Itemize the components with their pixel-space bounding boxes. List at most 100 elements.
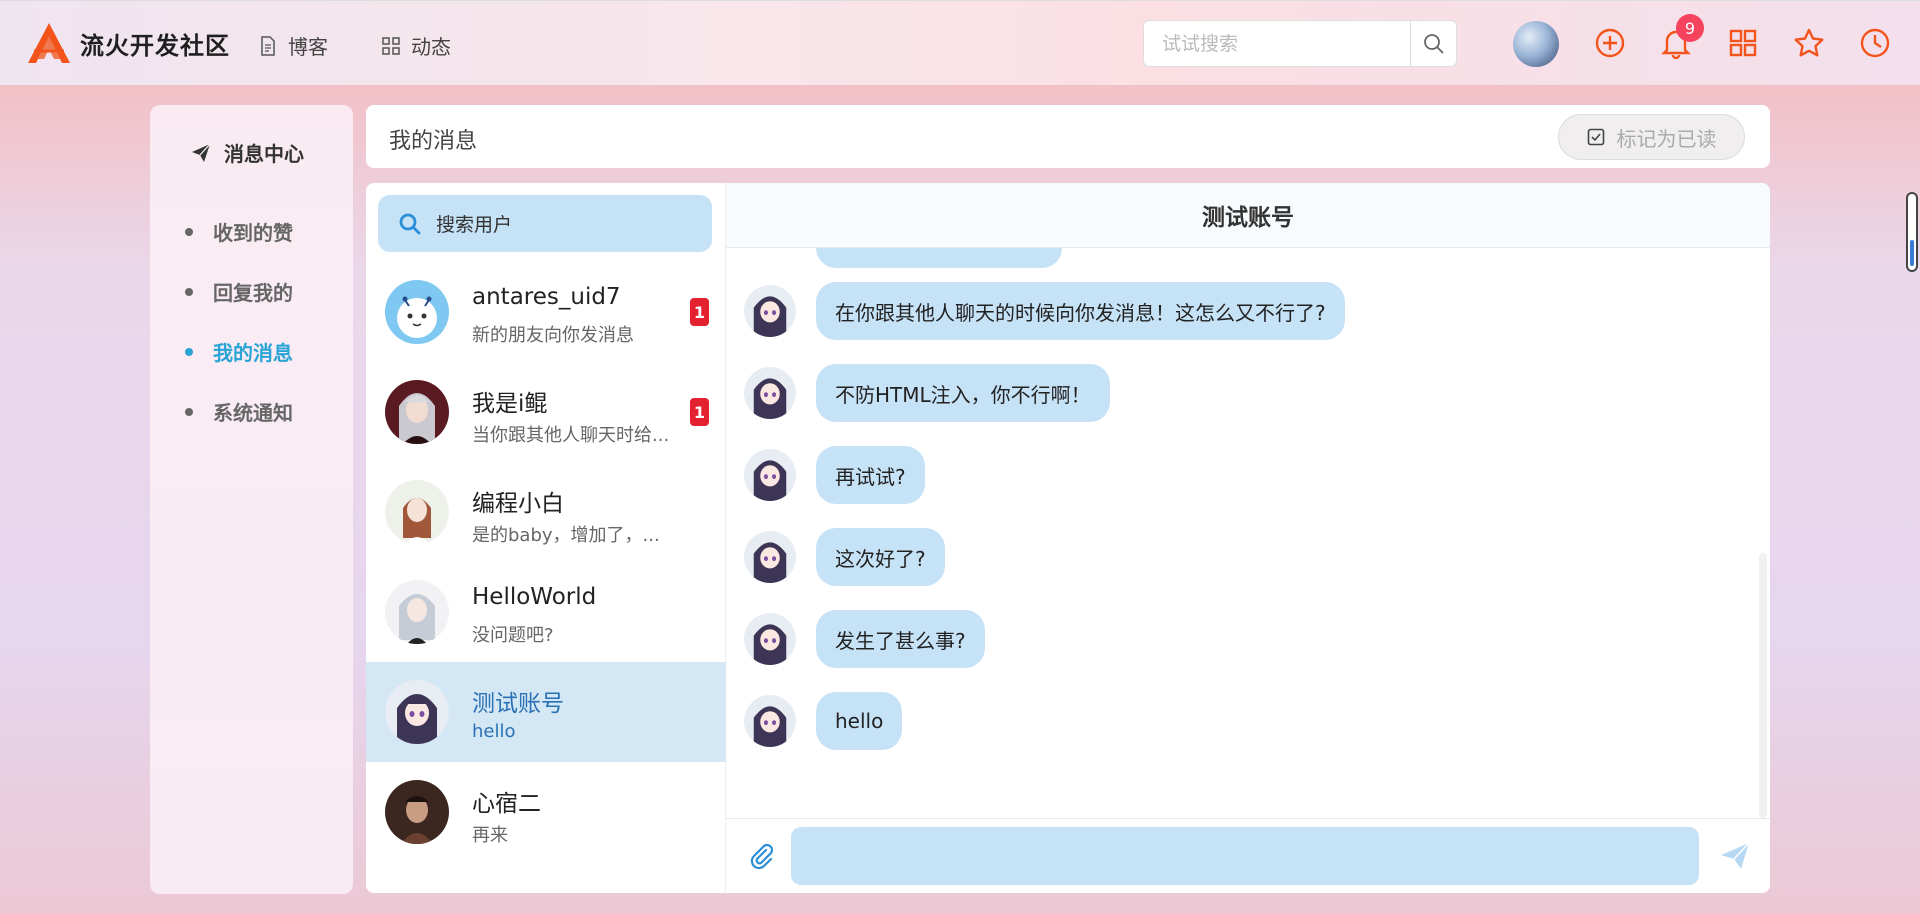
message-item: 发生了甚么事? [744, 610, 985, 668]
contact-name: 编程小白 [472, 491, 564, 517]
sidebar-item-system-notices[interactable]: 系统通知 [185, 397, 293, 426]
send-icon[interactable] [1718, 839, 1752, 873]
contact-search[interactable]: 搜索用户 [378, 195, 712, 252]
bullet-icon [185, 407, 193, 416]
avatar [744, 285, 796, 337]
contact-preview: 当你跟其他人聊天时给... [472, 425, 670, 446]
clock-icon [1860, 28, 1890, 58]
plus-circle-icon [1595, 28, 1625, 58]
mark-as-read-label: 标记为已读 [1616, 126, 1717, 151]
sidebar-item-label: 我的消息 [213, 341, 293, 365]
search-icon [399, 213, 421, 234]
message-item: 不防HTML注入，你不行啊！ [744, 364, 1110, 422]
contact-preview: 新的朋友向你发消息 [472, 325, 634, 346]
flame-logo-icon [28, 23, 70, 63]
page-title: 我的消息 [389, 129, 478, 154]
contact-name: 测试账号 [472, 691, 564, 717]
avatar [385, 780, 449, 844]
avatar [385, 380, 449, 444]
message-bubble: 这次好了? [816, 528, 945, 586]
nav-blog-label: 博客 [288, 35, 328, 59]
message-center-sidebar: 消息中心 收到的赞 回复我的 我的消息 系统通知 [150, 105, 353, 894]
nav-blog[interactable]: 博客 [258, 31, 328, 60]
chat-title: 测试账号 [726, 183, 1770, 248]
avatar [385, 680, 449, 744]
chat-panel: 搜索用户 antares_uid7 新的朋友向你发消息 1 我是i鲲 当你跟其他… [366, 183, 1770, 893]
avatar [744, 449, 796, 501]
message-bubble: 再试试? [816, 446, 925, 504]
message-bubble: 在你跟其他人聊天的时候向你发消息！这怎么又不行了? [816, 282, 1345, 340]
apps-button[interactable] [1725, 25, 1761, 61]
chat-scrollbar[interactable] [1759, 553, 1767, 818]
message-item: 在你跟其他人聊天的时候向你发消息！这怎么又不行了? [744, 282, 1345, 340]
avatar [385, 480, 449, 544]
sidebar-title: 消息中心 [190, 138, 304, 167]
contact-item[interactable]: antares_uid7 新的朋友向你发消息 1 [366, 262, 726, 362]
favorites-button[interactable] [1791, 25, 1827, 61]
user-avatar[interactable] [1513, 21, 1559, 67]
contact-item[interactable]: 心宿二 再来 [366, 762, 726, 862]
contact-preview: 没问题吧? [472, 625, 554, 646]
document-icon [261, 35, 275, 56]
avatar [744, 695, 796, 747]
sidebar-item-replies[interactable]: 回复我的 [185, 277, 293, 306]
avatar [385, 280, 449, 344]
search-input[interactable] [1144, 21, 1410, 66]
star-icon [1794, 28, 1824, 57]
search-icon [1423, 33, 1444, 54]
brand-logo[interactable]: 流火开发社区 [26, 21, 230, 65]
avatar [385, 580, 449, 644]
contact-name: 心宿二 [472, 791, 541, 817]
grid-icon [382, 36, 400, 55]
contact-search-placeholder: 搜索用户 [436, 214, 513, 236]
paperclip-icon[interactable] [746, 841, 776, 871]
apps-grid-icon [1729, 29, 1757, 57]
contact-list: 搜索用户 antares_uid7 新的朋友向你发消息 1 我是i鲲 当你跟其他… [366, 183, 726, 893]
message-bubble [816, 248, 1062, 268]
history-button[interactable] [1857, 25, 1893, 61]
message-bubble: 不防HTML注入，你不行啊！ [816, 364, 1110, 422]
message-input[interactable] [791, 827, 1699, 885]
search-button[interactable] [1410, 21, 1456, 66]
nav-activity[interactable]: 动态 [381, 31, 451, 60]
contact-name: 我是i鲲 [472, 391, 548, 417]
unread-badge: 1 [690, 398, 709, 426]
sidebar-item-my-messages[interactable]: 我的消息 [185, 337, 293, 366]
message-list[interactable]: 在你跟其他人聊天的时候向你发消息！这怎么又不行了? 不防HTML注入，你不行啊！… [726, 248, 1770, 818]
contact-item[interactable]: 我是i鲲 当你跟其他人聊天时给... 1 [366, 362, 726, 462]
message-item: 这次好了? [744, 528, 945, 586]
bullet-icon [185, 287, 193, 296]
bullet-icon [185, 227, 193, 236]
unread-badge: 1 [690, 298, 709, 326]
contact-item-active[interactable]: 测试账号 hello [366, 662, 726, 762]
bullet-icon [185, 347, 193, 356]
notification-count-badge: 9 [1676, 14, 1704, 42]
global-search [1143, 20, 1457, 67]
message-item [744, 248, 1062, 268]
message-item: 再试试? [744, 446, 925, 504]
contact-preview: 再来 [472, 825, 508, 846]
mark-as-read-button[interactable]: 标记为已读 [1558, 114, 1745, 160]
contact-name: antares_uid7 [472, 284, 621, 310]
create-button[interactable] [1592, 25, 1628, 61]
sidebar-item-label: 回复我的 [213, 281, 293, 305]
sidebar-item-likes[interactable]: 收到的赞 [185, 217, 293, 246]
message-input-row [726, 818, 1770, 893]
message-item: hello [744, 692, 903, 750]
contact-item[interactable]: 编程小白 是的baby，增加了，... [366, 462, 726, 562]
page-scrollbar[interactable] [1906, 192, 1918, 272]
message-bubble: 发生了甚么事? [816, 610, 985, 668]
contact-item[interactable]: HelloWorld 没问题吧? [366, 562, 726, 662]
contact-preview: 是的baby，增加了，... [472, 525, 660, 546]
messages-header: 我的消息 标记为已读 [366, 105, 1770, 168]
message-bubble: hello [816, 692, 903, 750]
checkbox-icon [1587, 128, 1604, 146]
avatar [744, 613, 796, 665]
sidebar-item-label: 系统通知 [213, 401, 293, 425]
contact-preview: hello [472, 721, 516, 742]
sidebar-title-text: 消息中心 [224, 142, 304, 166]
nav-activity-label: 动态 [411, 35, 451, 59]
avatar [744, 531, 796, 583]
chat-area: 测试账号 在你跟其他人聊天的时候向你发消息！这怎么又不行了? 不防HTML注入，… [726, 183, 1770, 893]
top-navbar: 流火开发社区 博客 动态 9 [0, 0, 1920, 85]
